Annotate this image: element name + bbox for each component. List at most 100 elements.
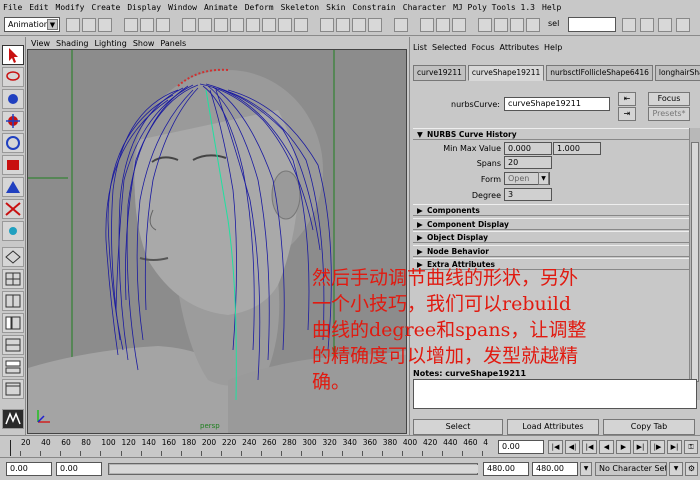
menu-item[interactable]: Create <box>91 3 120 12</box>
playback-start-field[interactable]: 0.00 <box>56 462 102 476</box>
playback-end-field[interactable]: 480.00 <box>483 462 529 476</box>
step-forward-key-icon[interactable]: |▶ <box>650 440 665 454</box>
time-slider[interactable]: 20 40 60 80 100 120 140 160 180 200 220 240 260 280 30… <box>0 435 700 457</box>
menu-set-select[interactable]: Animation ▼ <box>4 17 60 32</box>
menu-item[interactable]: Window <box>168 3 197 12</box>
menu-item[interactable]: Constrain <box>352 3 395 12</box>
outliner-icon[interactable] <box>494 18 508 32</box>
snap-point-icon[interactable] <box>352 18 366 32</box>
ae-menu-item[interactable]: Attributes <box>500 43 540 55</box>
ae-section-header[interactable]: ▶ Component Display <box>413 217 693 230</box>
select-hierarchy-icon[interactable] <box>124 18 138 32</box>
open-scene-icon[interactable] <box>82 18 96 32</box>
mask-handle-icon[interactable] <box>182 18 196 32</box>
degree-field[interactable]: 3 <box>504 188 552 201</box>
viewport-menu-item[interactable]: Shading <box>56 39 89 48</box>
node-name-input[interactable]: curveShape19211 <box>504 97 610 111</box>
render-layout-icon[interactable] <box>2 379 24 399</box>
ae-scrollbar-thumb[interactable] <box>691 142 699 382</box>
start-time-field[interactable]: 0.00 <box>6 462 52 476</box>
graph-editor-icon[interactable] <box>510 18 524 32</box>
viewport-menu-item[interactable]: Lighting <box>94 39 126 48</box>
ipr-render-icon[interactable] <box>436 18 450 32</box>
menu-item[interactable]: Deform <box>245 3 274 12</box>
menu-item[interactable]: Modify <box>56 3 85 12</box>
render-icon[interactable] <box>420 18 434 32</box>
select-tool-icon[interactable] <box>2 45 24 65</box>
step-forward-icon[interactable]: ▶| <box>633 440 648 454</box>
menu-item[interactable]: MJ Poly Tools 1.3 <box>453 3 535 12</box>
mask-dynamic-icon[interactable] <box>262 18 276 32</box>
viewport-menu-item[interactable]: Panels <box>160 39 186 48</box>
channel-box-icon[interactable] <box>526 18 540 32</box>
quick-select-icon[interactable] <box>622 18 636 32</box>
range-bar-thumb[interactable] <box>110 465 478 473</box>
mask-curve-icon[interactable] <box>214 18 228 32</box>
mask-render-icon[interactable] <box>278 18 292 32</box>
go-input-icon[interactable]: ⇤ <box>618 92 636 106</box>
two-pane-layout-icon[interactable] <box>2 291 24 311</box>
graph-layout-icon[interactable] <box>2 335 24 355</box>
menu-item[interactable]: Skin <box>326 3 345 12</box>
spans-field[interactable]: 20 <box>504 156 552 169</box>
menu-item[interactable]: Character <box>403 3 446 12</box>
viewport-menu-item[interactable]: View <box>31 39 50 48</box>
hypershade-icon[interactable] <box>478 18 492 32</box>
range-bar[interactable] <box>108 463 478 475</box>
render-globals-icon[interactable] <box>452 18 466 32</box>
play-backward-icon[interactable]: ◀ <box>599 440 614 454</box>
mask-misc-icon[interactable] <box>294 18 308 32</box>
menu-item[interactable]: Animate <box>204 3 238 12</box>
snap-plane-icon[interactable] <box>368 18 382 32</box>
snap-curve-icon[interactable] <box>336 18 350 32</box>
last-tool-icon[interactable] <box>2 221 24 241</box>
rotate-tool-icon[interactable] <box>2 133 24 153</box>
four-pane-layout-icon[interactable] <box>2 269 24 289</box>
ae-menu-item[interactable]: Selected <box>432 43 467 55</box>
ae-scrollbar[interactable] <box>689 128 700 400</box>
menu-item[interactable]: Skeleton <box>281 3 320 12</box>
show-tool-settings-icon[interactable] <box>640 18 654 32</box>
hypershade-layout-icon[interactable] <box>2 357 24 377</box>
show-attribute-editor-icon[interactable] <box>658 18 672 32</box>
ae-tab[interactable]: curveShape19211 <box>467 65 545 81</box>
lasso-tool-icon[interactable] <box>2 67 24 87</box>
ae-menu-item[interactable]: Focus <box>472 43 495 55</box>
ae-section-header[interactable]: ▶ Object Display <box>413 231 693 243</box>
single-pane-layout-icon[interactable] <box>2 247 24 267</box>
min-value-field[interactable]: 0.000 <box>504 142 552 155</box>
outliner-layout-icon[interactable] <box>2 313 24 333</box>
manipulator-tool-icon[interactable] <box>2 177 24 197</box>
selection-input[interactable] <box>568 17 616 32</box>
soft-mod-tool-icon[interactable] <box>2 199 24 219</box>
ae-tab[interactable]: longhairShape1 <box>654 65 700 81</box>
character-set-select[interactable]: No Character Set <box>595 462 667 476</box>
current-frame-field[interactable]: 0.00 <box>498 440 544 454</box>
scale-tool-icon[interactable] <box>2 155 24 175</box>
mask-surface-icon[interactable] <box>230 18 244 32</box>
menu-item[interactable]: Help <box>542 3 561 12</box>
ae-tab[interactable]: curve19211 <box>413 65 466 81</box>
mask-deform-icon[interactable] <box>246 18 260 32</box>
viewport-menu-item[interactable]: Show <box>133 39 155 48</box>
step-back-key-icon[interactable]: ◀| <box>565 440 580 454</box>
mask-joint-icon[interactable] <box>198 18 212 32</box>
copy-tab-button[interactable]: Copy Tab <box>603 419 695 435</box>
paint-select-tool-icon[interactable] <box>2 89 24 109</box>
history-icon[interactable] <box>394 18 408 32</box>
animation-prefs-icon[interactable]: ⚙ <box>685 462 698 476</box>
key-icon[interactable]: ⚿ <box>684 440 698 454</box>
ae-menu-item[interactable]: Help <box>544 43 562 55</box>
ae-tab[interactable]: nurbsctlFollicleShape6416 <box>546 65 653 81</box>
ae-menu-item[interactable]: List <box>413 43 427 55</box>
new-scene-icon[interactable] <box>66 18 80 32</box>
play-forward-icon[interactable]: ▶ <box>616 440 631 454</box>
ae-section-header[interactable]: ▶ Components <box>413 204 693 216</box>
load-attributes-button[interactable]: Load Attributes <box>507 419 599 435</box>
end-time-field[interactable]: 480.00 <box>532 462 578 476</box>
select-component-icon[interactable] <box>156 18 170 32</box>
go-to-end-icon[interactable]: ▶| <box>667 440 682 454</box>
focus-button[interactable]: Focus <box>648 92 690 106</box>
move-tool-icon[interactable] <box>2 111 24 131</box>
max-value-field[interactable]: 1.000 <box>553 142 601 155</box>
